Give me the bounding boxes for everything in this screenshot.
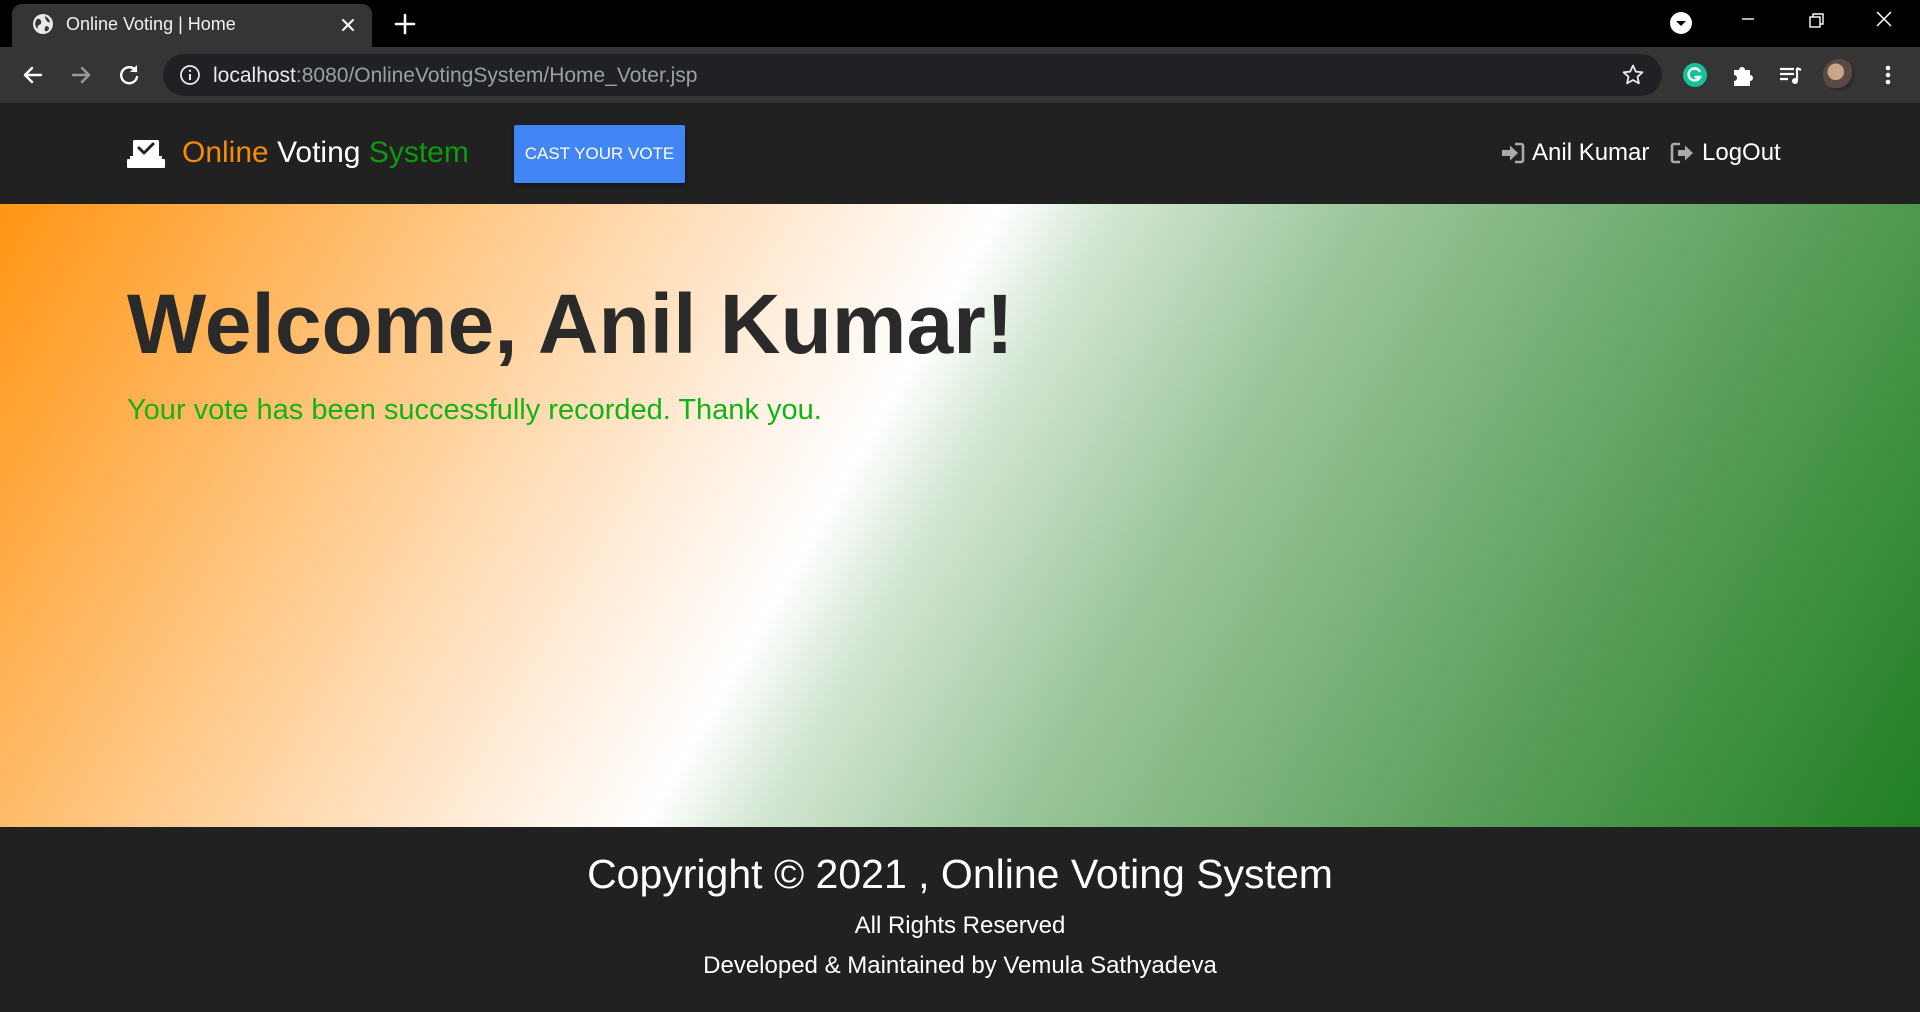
cast-your-vote-button[interactable]: CAST YOUR VOTE (514, 125, 685, 183)
welcome-heading: Welcome, Anil Kumar! (127, 277, 1014, 371)
welcome-hero: Welcome, Anil Kumar! Your vote has been … (0, 204, 1920, 827)
star-icon[interactable] (1621, 63, 1645, 87)
kebab-menu-icon[interactable] (1873, 60, 1903, 90)
footer-copyright: Copyright © 2021 , Online Voting System (587, 851, 1333, 897)
close-window-icon[interactable] (1864, 6, 1904, 40)
plus-icon[interactable] (391, 10, 419, 38)
sign-out-icon (1670, 142, 1693, 164)
grammarly-icon[interactable] (1680, 60, 1710, 90)
user-profile-link[interactable]: Anil Kumar (1500, 139, 1649, 167)
browser-tab-strip: Online Voting | Home (0, 0, 1920, 47)
logout-link[interactable]: LogOut (1670, 139, 1781, 167)
url-path: :8080/OnlineVotingSystem/Home_Voter.jsp (295, 64, 698, 87)
globe-icon (33, 14, 53, 34)
url-text: localhost:8080/OnlineVotingSystem/Home_V… (213, 64, 697, 88)
site-footer: Copyright © 2021 , Online Voting System … (0, 827, 1920, 1012)
playlist-icon[interactable] (1775, 60, 1805, 90)
close-icon[interactable] (336, 13, 360, 37)
browser-toolbar: localhost:8080/OnlineVotingSystem/Home_V… (0, 47, 1920, 103)
minimize-icon[interactable] (1728, 6, 1768, 40)
arrow-right-icon[interactable] (67, 61, 95, 89)
url-host: localhost (213, 64, 296, 87)
brand-online: Online (182, 136, 269, 169)
user-name: Anil Kumar (1532, 139, 1650, 166)
puzzle-icon[interactable] (1728, 60, 1758, 90)
footer-rights: All Rights Reserved (854, 912, 1066, 939)
info-icon[interactable] (179, 64, 201, 86)
brand-voting: Voting (277, 136, 361, 169)
browser-tab[interactable]: Online Voting | Home (12, 4, 372, 47)
brand-system: System (368, 136, 469, 169)
address-bar[interactable]: localhost:8080/OnlineVotingSystem/Home_V… (163, 54, 1662, 96)
ballot-box-icon (127, 140, 165, 168)
vote-success-message: Your vote has been successfully recorded… (127, 394, 822, 426)
tab-title: Online Voting | Home (66, 14, 236, 34)
tab-search-icon[interactable] (1668, 10, 1694, 36)
footer-developer: Developed & Maintained by Vemula Sathyad… (703, 952, 1217, 979)
brand-name[interactable]: Online Voting System (182, 136, 469, 170)
site-navbar: Online Voting System CAST YOUR VOTE Anil… (0, 103, 1920, 204)
arrow-left-icon[interactable] (19, 61, 47, 89)
restore-icon[interactable] (1796, 6, 1836, 40)
avatar[interactable] (1823, 59, 1855, 91)
sign-in-icon (1502, 142, 1525, 164)
logout-label: LogOut (1702, 139, 1781, 166)
reload-icon[interactable] (115, 61, 143, 89)
